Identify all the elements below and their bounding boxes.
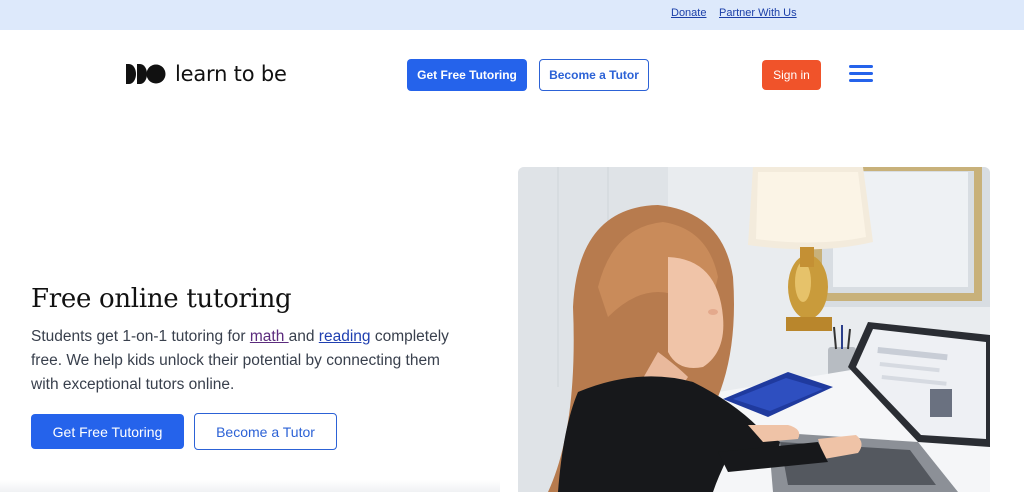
header-become-a-tutor-button[interactable]: Become a Tutor [539,59,649,91]
hero-text-part: and [288,328,319,345]
logo-text: learn to be [175,62,287,86]
menu-line [849,72,873,75]
hero-text-part: Students get 1-on-1 tutoring for [31,328,250,345]
menu-line [849,65,873,68]
partner-with-us-link[interactable]: Partner With Us [719,7,797,19]
hero-become-a-tutor-button[interactable]: Become a Tutor [194,413,337,450]
hero-title: Free online tutoring [31,284,292,314]
top-utility-bar: Donate Partner With Us [0,0,1024,30]
hamburger-icon[interactable] [849,65,873,85]
hero-description: Students get 1-on-1 tutoring for math an… [31,325,461,397]
menu-line [849,79,873,82]
sign-in-button[interactable]: Sign in [762,60,821,90]
site-header: learn to be Get Free Tutoring Become a T… [0,30,1024,120]
logo-mark-icon [126,64,166,84]
header-get-free-tutoring-button[interactable]: Get Free Tutoring [407,59,527,91]
math-link[interactable]: math [250,328,289,345]
reading-link[interactable]: reading [319,328,371,345]
hero-get-free-tutoring-button[interactable]: Get Free Tutoring [31,414,184,449]
tutor-student-photo-illustration [518,167,990,492]
hero-photo [518,167,990,492]
donate-link[interactable]: Donate [671,7,706,19]
logo[interactable]: learn to be [126,62,287,86]
section-divider-shadow [0,480,500,492]
